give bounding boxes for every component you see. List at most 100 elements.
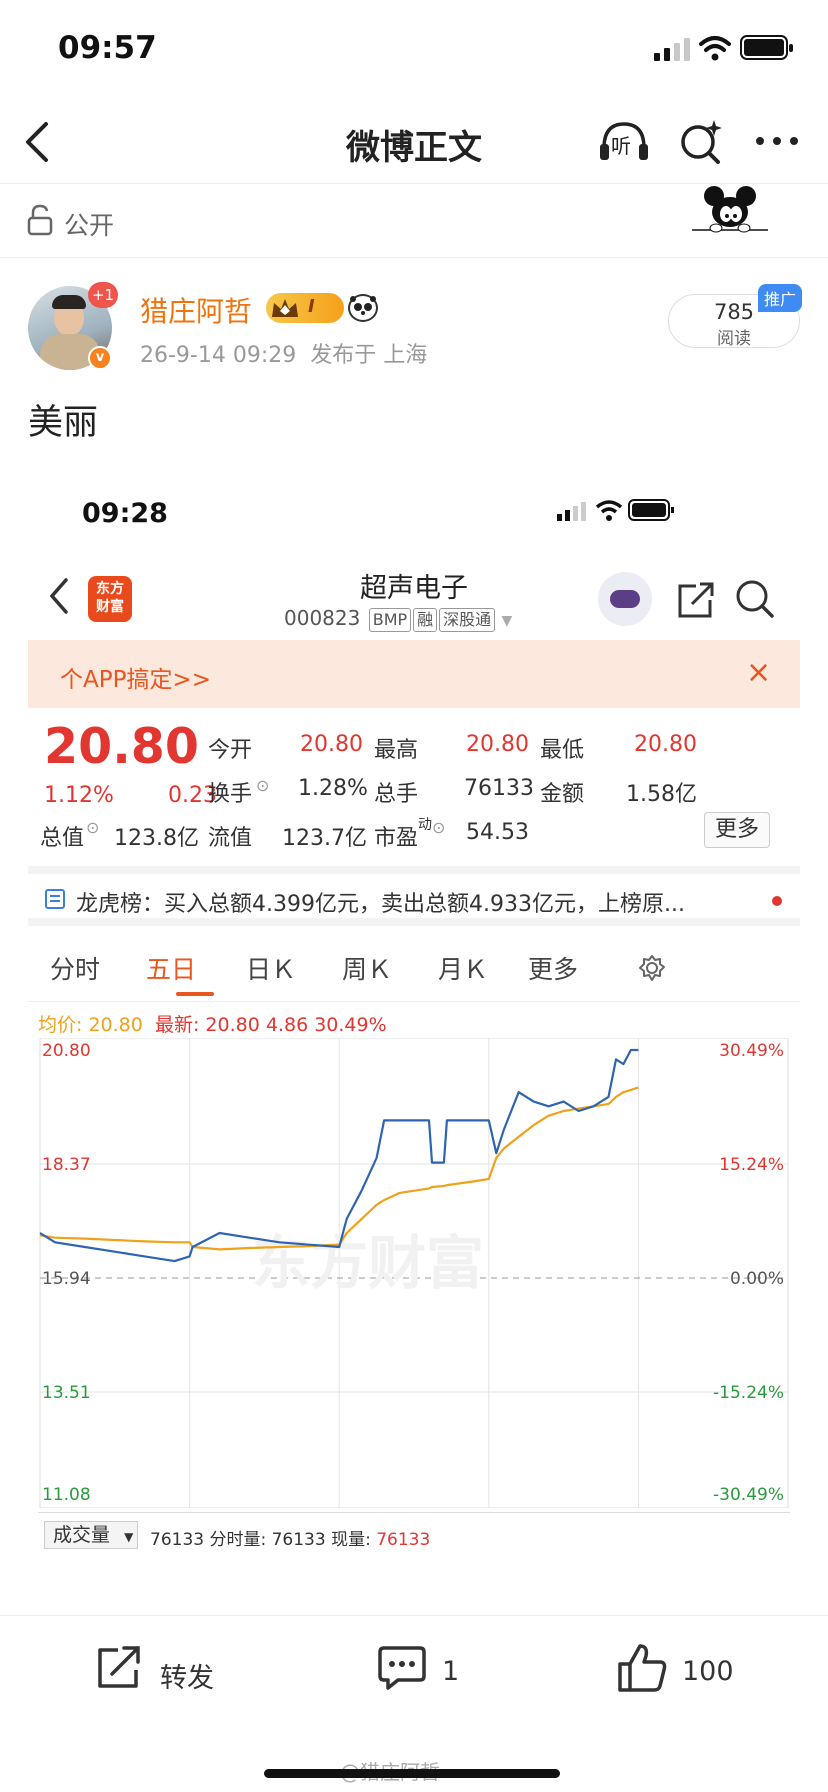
volume-select: 成交量 ▼ xyxy=(44,1521,138,1549)
volume-bar: 成交量 ▼ 76133 分时量: 76133 现量: 76133 xyxy=(38,1512,790,1552)
app-banner: 个APP搞定>> × xyxy=(28,640,800,708)
info-icon: ⊙ xyxy=(86,818,100,837)
y-tick-label-right: -30.49% xyxy=(713,1485,784,1505)
y-tick-label-right: 30.49% xyxy=(719,1041,784,1061)
dragon-tiger-row: 龙虎榜：买入总额4.399亿元，卖出总额4.933亿元，上榜原... xyxy=(28,866,800,926)
notification-dot xyxy=(772,896,782,906)
comment-count: 1 xyxy=(442,1656,460,1687)
wifi-icon xyxy=(699,36,731,61)
image-wifi-icon xyxy=(595,500,623,521)
y-tick-label-left: 15.94 xyxy=(42,1269,91,1289)
quote-sup: 动 xyxy=(418,817,432,833)
quote-label: 今开 xyxy=(208,738,253,763)
avg-value: 20.80 xyxy=(88,1014,143,1036)
quote-label: 市盈 xyxy=(374,826,419,851)
chart-tabs: 分时 五日 日Ｋ 周Ｋ 月Ｋ 更多 xyxy=(28,932,800,1002)
quote-value: 54.53 xyxy=(466,820,529,845)
thumbs-up-icon xyxy=(618,1644,667,1692)
comment-icon xyxy=(378,1646,426,1690)
y-tick-label-left: 13.51 xyxy=(42,1383,91,1403)
quote-value: 1.28% xyxy=(298,776,368,801)
y-tick-label-left: 11.08 xyxy=(42,1485,91,1505)
signal-icon xyxy=(654,38,690,61)
like-count: 100 xyxy=(682,1656,734,1687)
listen-button[interactable]: 听 xyxy=(598,118,650,164)
vip-badge[interactable]: I xyxy=(266,293,344,323)
info-icon: ⊙ xyxy=(432,818,446,837)
settings-gear-icon xyxy=(639,955,665,981)
crown-icon xyxy=(272,299,298,317)
image-status-time: 09:28 xyxy=(82,498,168,529)
repost-button[interactable]: 转发 xyxy=(94,1640,244,1700)
like-button[interactable]: 100 xyxy=(616,1640,756,1700)
image-battery-icon xyxy=(628,499,674,521)
dragon-tiger-text: 龙虎榜：买入总额4.399亿元，卖出总额4.933亿元，上榜原... xyxy=(76,892,685,917)
tab-more: 更多 xyxy=(528,955,579,984)
quote-value: 20.80 xyxy=(300,732,363,757)
post-meta: 26-9-14 09:29 发布于 上海 xyxy=(140,337,427,369)
avg-label: 均价: xyxy=(38,1014,83,1036)
status-time: 09:57 xyxy=(58,30,157,66)
repost-label: 转发 xyxy=(160,1663,214,1694)
stock-price: 20.80 xyxy=(44,718,199,775)
five-day-chart: 东方财富 20.80 18.37 15.94 13.51 11.08 30.49% 15.24… xyxy=(39,1038,789,1508)
post-image[interactable]: 09:28 东方 财富 超声电子 000823 BMP 融深股通 ▼ 个APP搞… xyxy=(28,470,800,1615)
weibo-post-page: 09:57 微博正文 听 公开 +1 v 猎庄阿哲 I 26-9-14 09:2… xyxy=(0,0,828,1792)
caret-down-icon: ▼ xyxy=(124,1530,134,1544)
more-quotes-button: 更多 xyxy=(704,812,770,848)
tab-weekly: 周Ｋ xyxy=(342,955,393,984)
stock-code-row: 000823 BMP 融深股通 ▼ xyxy=(284,606,512,632)
more-options-icon[interactable] xyxy=(754,134,800,148)
close-icon: × xyxy=(746,655,772,690)
active-tab-indicator xyxy=(176,992,214,996)
privacy-row: 公开 xyxy=(0,184,828,258)
stock-code: 000823 xyxy=(284,606,361,630)
username[interactable]: 猎庄阿哲 xyxy=(140,290,252,330)
verified-badge: v xyxy=(88,346,112,370)
ai-search-icon[interactable] xyxy=(678,118,724,166)
post-location: 发布于 上海 xyxy=(310,343,428,368)
y-tick-label-right: -15.24% xyxy=(713,1383,784,1403)
latest-pct: 30.49% xyxy=(314,1014,387,1036)
promo-tag[interactable]: 推广 xyxy=(758,284,803,312)
unlock-icon xyxy=(27,204,53,236)
mickey-decoration-icon xyxy=(692,186,768,233)
nav-bar: 微博正文 听 xyxy=(0,100,828,184)
vip-level: I xyxy=(308,296,315,317)
tab-five-day: 五日 xyxy=(146,955,197,984)
banner-text: 个APP搞定>> xyxy=(60,667,212,693)
tab-monthly: 月Ｋ xyxy=(438,955,489,984)
quote-label: 金额 xyxy=(540,782,585,807)
quote-label: 流值 xyxy=(208,826,253,851)
tag-margin: 融 xyxy=(413,608,438,632)
reads-label: 阅读 xyxy=(717,329,751,349)
battery-icon xyxy=(740,35,793,60)
quote-value: 20.80 xyxy=(634,732,697,757)
repost-icon xyxy=(98,1646,140,1688)
listen-label: 听 xyxy=(611,134,631,158)
tab-intraday: 分时 xyxy=(50,955,101,984)
comment-button[interactable]: 1 xyxy=(376,1640,486,1700)
image-signal-icon xyxy=(557,502,586,521)
tag-bmp: BMP xyxy=(368,608,412,632)
quote-label: 换手 xyxy=(208,782,253,807)
document-icon xyxy=(45,889,65,909)
y-tick-label-left: 18.37 xyxy=(42,1155,91,1175)
quote-label: 最高 xyxy=(374,738,419,763)
privacy-label: 公开 xyxy=(64,211,115,240)
status-bar: 09:57 xyxy=(0,0,828,100)
quote-label: 最低 xyxy=(540,738,585,763)
post-text: 美丽 xyxy=(28,403,99,443)
y-tick-label-right: 15.24% xyxy=(719,1155,784,1175)
y-tick-label-left: 20.80 xyxy=(42,1041,91,1061)
quote-value: 123.7亿 xyxy=(282,826,367,851)
home-indicator[interactable] xyxy=(264,1769,560,1778)
image-search-icon xyxy=(736,580,774,618)
chart-legend: 均价: 20.80 最新: 20.80 4.86 30.49% xyxy=(38,1010,387,1037)
volume-text: 76133 分时量: 76133 现量: 76133 xyxy=(150,1525,430,1550)
panda-icon xyxy=(348,294,378,322)
quote-value: 1.58亿 xyxy=(626,782,697,807)
change-percent: 1.12% xyxy=(44,783,114,808)
caret-down-icon: ▼ xyxy=(501,613,513,629)
latest-value: 20.80 xyxy=(205,1014,260,1036)
